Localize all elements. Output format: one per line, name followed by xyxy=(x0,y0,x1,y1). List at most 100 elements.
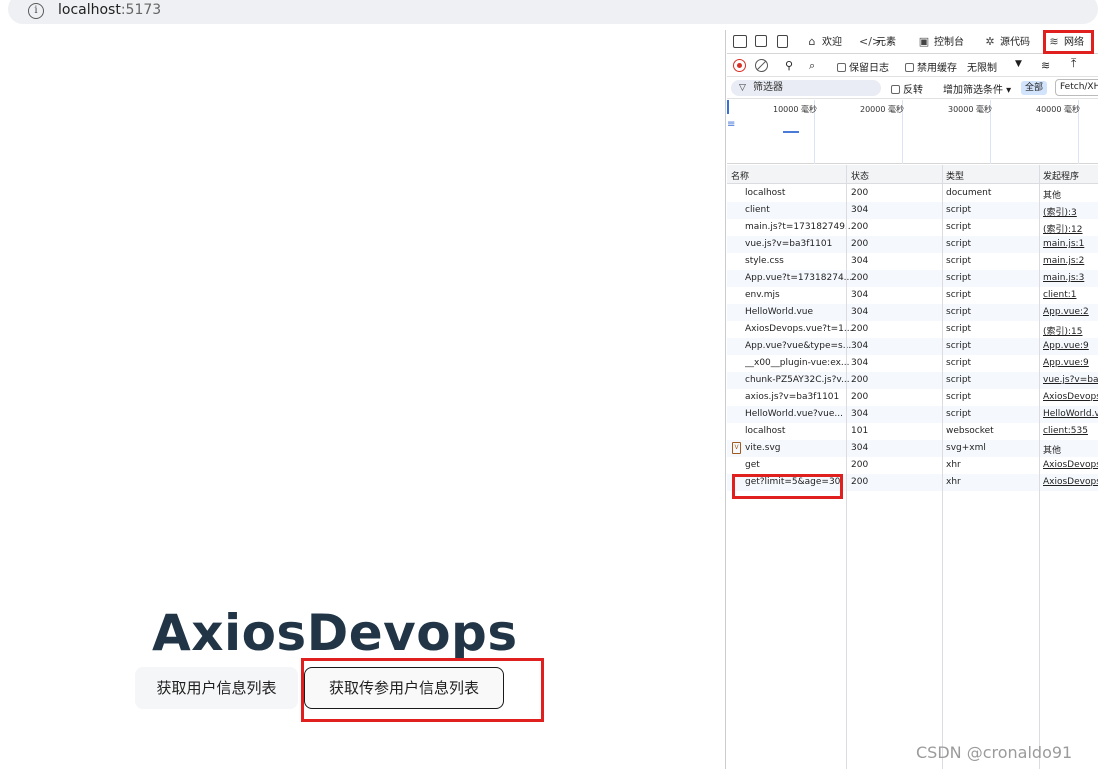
highlight-box-request-row xyxy=(732,474,843,499)
request-status: 304 xyxy=(851,358,869,368)
url-text[interactable]: localhost:5173 xyxy=(58,2,161,18)
table-row[interactable]: chunk-PZ5AY32C.js?v... 200 script vue.js?v=… xyxy=(727,372,1098,389)
more-filters-dropdown[interactable]: 增加筛选条件 ▾ xyxy=(943,81,1011,96)
code-icon: </> xyxy=(859,35,882,48)
highlight-box-network-tab xyxy=(1043,30,1094,54)
url-field[interactable] xyxy=(8,0,1098,24)
network-conditions-icon[interactable]: ≋ xyxy=(1041,59,1050,72)
table-header: 名称 状态 类型 发起程序 xyxy=(727,165,1098,184)
get-users-button[interactable]: 获取用户信息列表 xyxy=(135,667,298,709)
overview-tick-label: 10000 毫秒 xyxy=(773,105,817,114)
tab-elements[interactable]: </>元素 xyxy=(859,30,896,54)
clear-icon[interactable] xyxy=(755,59,768,72)
request-initiator[interactable]: client:535 xyxy=(1043,426,1098,436)
filter-fetch-xhr-chip[interactable]: Fetch/XHR xyxy=(1055,79,1098,96)
request-type: websocket xyxy=(946,426,994,436)
watermark: CSDN @cronaldo91 xyxy=(916,743,1073,762)
table-row[interactable]: main.js?t=173182749... 200 script (索引):12 xyxy=(727,219,1098,236)
filter-toggle-icon[interactable]: ⚲ xyxy=(785,59,793,72)
table-row[interactable]: HelloWorld.vue?vue... 304 script HelloWorld… xyxy=(727,406,1098,423)
column-type-header[interactable]: 类型 xyxy=(946,169,964,182)
record-icon[interactable] xyxy=(733,59,746,72)
request-status: 304 xyxy=(851,205,869,215)
overview-bars: ≡ xyxy=(727,119,736,130)
request-initiator[interactable]: (索引):12 xyxy=(1043,222,1098,235)
request-status: 200 xyxy=(851,239,869,249)
site-info-icon[interactable]: i xyxy=(28,3,44,19)
overview-marker xyxy=(727,100,729,114)
table-row[interactable]: localhost 101 websocket client:535 xyxy=(727,423,1098,440)
table-row[interactable]: style.css 304 script main.js:2 xyxy=(727,253,1098,270)
table-row[interactable]: Vvite.svg 304 svg+xml 其他 xyxy=(727,440,1098,457)
column-initiator-header[interactable]: 发起程序 xyxy=(1043,169,1079,182)
request-type: script xyxy=(946,205,972,215)
request-status: 304 xyxy=(851,307,869,317)
request-initiator[interactable]: (索引):15 xyxy=(1043,324,1098,337)
request-initiator[interactable]: AxiosDevops xyxy=(1043,392,1098,402)
address-bar: i localhost:5173 xyxy=(0,0,1098,30)
request-type: script xyxy=(946,239,972,249)
request-initiator[interactable]: (索引):3 xyxy=(1043,205,1098,218)
svg-file-icon: V xyxy=(732,442,741,454)
request-type: script xyxy=(946,273,972,283)
request-status: 200 xyxy=(851,392,869,402)
request-initiator[interactable]: AxiosDevops xyxy=(1043,477,1098,487)
tab-sources[interactable]: ✲ 源代码 xyxy=(983,30,1030,54)
highlight-box-button xyxy=(301,658,544,722)
request-initiator[interactable]: App.vue:9 xyxy=(1043,341,1098,351)
table-row[interactable]: localhost 200 document 其他 xyxy=(727,185,1098,202)
column-name-header[interactable]: 名称 xyxy=(731,169,749,182)
table-row[interactable]: AxiosDevops.vue?t=1... 200 script (索引):15 xyxy=(727,321,1098,338)
request-type: script xyxy=(946,358,972,368)
table-row[interactable]: App.vue?vue&type=s... 304 script App.vue:9 xyxy=(727,338,1098,355)
request-initiator[interactable]: 其他 xyxy=(1043,443,1098,456)
request-status: 200 xyxy=(851,222,869,232)
column-status-header[interactable]: 状态 xyxy=(851,169,869,182)
table-row[interactable]: HelloWorld.vue 304 script App.vue:2 xyxy=(727,304,1098,321)
device-toolbar-icon[interactable] xyxy=(755,35,767,47)
request-type: xhr xyxy=(946,460,961,470)
tab-sources-label: 源代码 xyxy=(1000,37,1030,48)
request-status: 200 xyxy=(851,324,869,334)
request-initiator[interactable]: HelloWorld.v xyxy=(1043,409,1098,419)
request-type: script xyxy=(946,307,972,317)
request-type: script xyxy=(946,409,972,419)
request-initiator[interactable]: main.js:1 xyxy=(1043,239,1098,249)
disable-cache-checkbox[interactable]: 禁用缓存 xyxy=(905,59,957,74)
dock-side-icon[interactable] xyxy=(777,35,788,48)
filter-input[interactable]: ▽ 筛选器 xyxy=(731,80,881,96)
upload-icon[interactable]: ⤒ xyxy=(1071,56,1076,71)
preserve-log-checkbox[interactable]: 保留日志 xyxy=(837,59,889,74)
inspect-element-icon[interactable] xyxy=(733,35,747,48)
table-row[interactable]: App.vue?t=17318274... 200 script main.js:3 xyxy=(727,270,1098,287)
invert-checkbox[interactable]: 反转 xyxy=(891,81,923,96)
request-status: 304 xyxy=(851,341,869,351)
table-row[interactable]: __x00__plugin-vue:ex... 304 script App.vue:… xyxy=(727,355,1098,372)
table-row[interactable]: client 304 script (索引):3 xyxy=(727,202,1098,219)
request-initiator[interactable]: vue.js?v=ba3 xyxy=(1043,375,1098,385)
column-divider xyxy=(846,165,847,769)
url-host: localhost xyxy=(58,2,121,18)
request-initiator[interactable]: App.vue:9 xyxy=(1043,358,1098,368)
tab-console[interactable]: ▣ 控制台 xyxy=(917,30,964,54)
request-initiator[interactable]: client:1 xyxy=(1043,290,1098,300)
filter-all-chip[interactable]: 全部 xyxy=(1021,81,1048,95)
request-status: 200 xyxy=(851,477,869,487)
dropdown-arrow-icon[interactable]: ▼ xyxy=(1015,59,1022,69)
network-toolbar: ⚲ ⌕ 保留日志 禁用缓存 无限制 ▼ ≋ ⤒ xyxy=(727,55,1098,77)
request-initiator[interactable]: App.vue:2 xyxy=(1043,307,1098,317)
request-initiator[interactable]: AxiosDevops xyxy=(1043,460,1098,470)
throttle-select[interactable]: 无限制 xyxy=(967,59,997,74)
tab-welcome[interactable]: ⌂ 欢迎 xyxy=(805,30,843,54)
bug-icon: ✲ xyxy=(985,35,995,48)
overview-tick-label: 20000 毫秒 xyxy=(860,105,904,114)
search-icon[interactable]: ⌕ xyxy=(809,59,815,73)
request-initiator[interactable]: main.js:3 xyxy=(1043,273,1098,283)
table-row[interactable]: axios.js?v=ba3f1101 200 script AxiosDevops xyxy=(727,389,1098,406)
table-row[interactable]: env.mjs 304 script client:1 xyxy=(727,287,1098,304)
request-initiator[interactable]: 其他 xyxy=(1043,188,1098,201)
request-initiator[interactable]: main.js:2 xyxy=(1043,256,1098,266)
network-overview[interactable]: ≡ 10000 毫秒 20000 毫秒 30000 毫秒 40000 毫秒 xyxy=(727,100,1098,164)
table-row[interactable]: vue.js?v=ba3f1101 200 script main.js:1 xyxy=(727,236,1098,253)
table-row[interactable]: get 200 xhr AxiosDevops xyxy=(727,457,1098,474)
